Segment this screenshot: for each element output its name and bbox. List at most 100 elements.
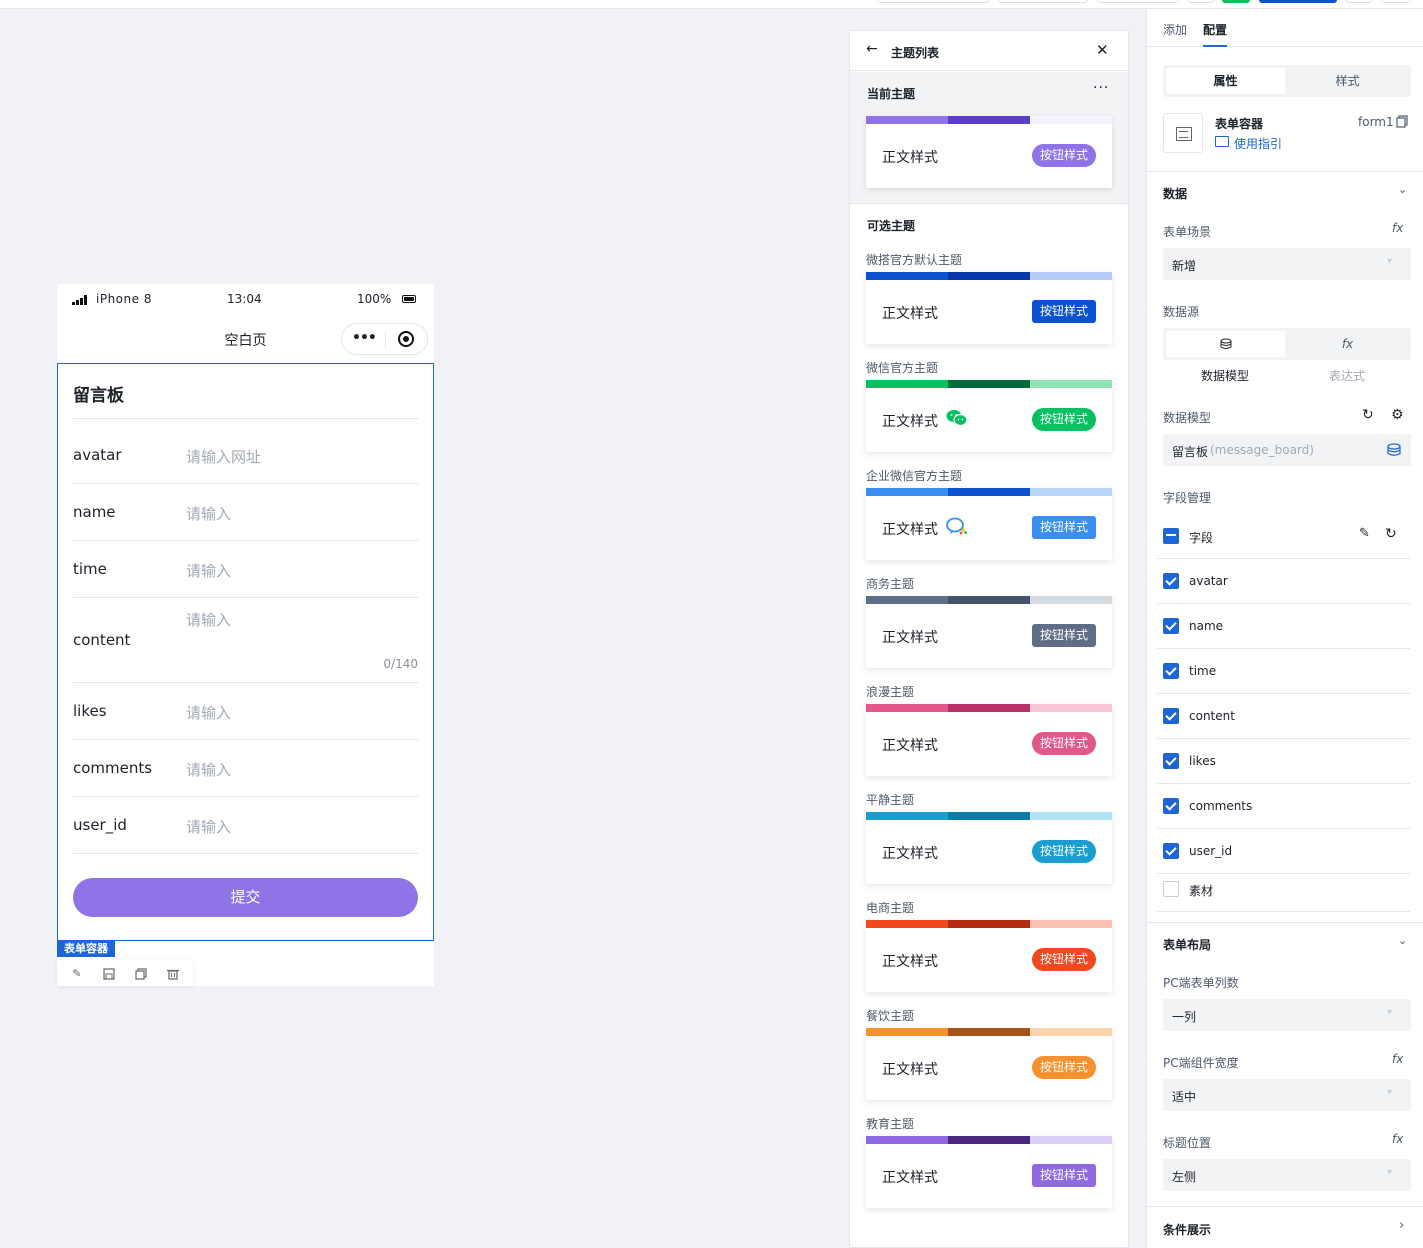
toolbar-button[interactable]: [1097, 0, 1179, 3]
theme-card[interactable]: 正文样式 按钮样式: [866, 272, 1112, 344]
copy-icon[interactable]: [135, 968, 147, 980]
field-checkbox[interactable]: [1163, 663, 1179, 679]
field-input[interactable]: 请输入: [186, 560, 231, 581]
color-swatch: [1030, 812, 1112, 820]
field-name: user_id: [1189, 844, 1233, 858]
more-icon[interactable]: ···: [1093, 80, 1109, 96]
guide-link[interactable]: 使用指引: [1234, 135, 1282, 152]
theme-body-text: 正文样式: [882, 306, 938, 322]
theme-color-strip: [866, 704, 1112, 712]
theme-card[interactable]: 正文样式 按钮样式: [866, 920, 1112, 992]
capsule-menu[interactable]: •••: [341, 323, 428, 355]
save-icon[interactable]: [103, 968, 115, 980]
toolbar-button[interactable]: [877, 0, 989, 3]
toolbar-button[interactable]: [1188, 0, 1214, 3]
publish-preview-button[interactable]: [1222, 0, 1250, 3]
color-swatch: [948, 116, 1030, 124]
submit-button[interactable]: 提交: [73, 878, 418, 917]
field-checkbox[interactable]: [1163, 881, 1179, 897]
mini-program-navbar: 空白页 •••: [57, 320, 434, 360]
select-all-checkbox[interactable]: [1163, 528, 1179, 544]
datasource-switch: fx: [1163, 328, 1411, 360]
edit-icon[interactable]: ✎: [71, 968, 83, 980]
theme-name: 微信官方主题: [866, 361, 939, 375]
back-arrow-icon[interactable]: ←: [866, 41, 878, 57]
color-swatch: [1030, 920, 1112, 928]
title-pos-select[interactable]: 左侧 ▾: [1163, 1159, 1411, 1191]
toolbar-button[interactable]: [1346, 0, 1372, 3]
model-key: (message_board): [1210, 443, 1314, 457]
layout-section-heading[interactable]: 表单布局: [1163, 936, 1211, 953]
field-checkbox[interactable]: [1163, 843, 1179, 859]
refresh-icon[interactable]: ↻: [1362, 407, 1374, 423]
pencil-icon[interactable]: ✎: [1359, 526, 1370, 541]
fx-icon[interactable]: fx: [1288, 331, 1407, 357]
more-dots-icon[interactable]: •••: [352, 330, 377, 346]
field-input[interactable]: 请输入: [186, 759, 231, 780]
field-checkbox[interactable]: [1163, 618, 1179, 634]
model-select[interactable]: 留言板 (message_board): [1163, 434, 1411, 466]
field-header-label: 字段: [1189, 531, 1214, 545]
color-swatch: [866, 704, 948, 712]
toolbar-button[interactable]: [1381, 0, 1411, 3]
settings-icon[interactable]: ⚙: [1391, 407, 1404, 423]
condition-section-heading[interactable]: 条件展示: [1163, 1221, 1211, 1238]
theme-card[interactable]: 正文样式 按钮样式: [866, 488, 1112, 560]
close-target-icon[interactable]: [398, 331, 414, 347]
chevron-right-icon[interactable]: ›: [1399, 1218, 1404, 1233]
form-container[interactable]: 留言板 avatar 请输入网址 name 请输入 time 请输入 conte…: [57, 363, 434, 941]
datasource-model-label: 数据模型: [1201, 369, 1250, 383]
delete-icon[interactable]: [167, 968, 179, 980]
theme-button-sample: 按钮样式: [1032, 1056, 1096, 1079]
fx-icon[interactable]: fx: [1392, 1052, 1403, 1066]
form-row-content[interactable]: content 请输入: [73, 609, 418, 679]
field-input[interactable]: 请输入: [186, 503, 231, 524]
form-scene-select[interactable]: 新增 ▾: [1163, 248, 1411, 280]
tab-config[interactable]: 配置: [1203, 21, 1227, 38]
theme-color-strip: [866, 272, 1112, 280]
color-swatch: [948, 1136, 1030, 1144]
database-icon[interactable]: [1166, 331, 1285, 357]
refresh-icon[interactable]: ↻: [1385, 526, 1397, 542]
field-checkbox[interactable]: [1163, 708, 1179, 724]
copy-id-icon[interactable]: [1396, 115, 1408, 131]
tab-add[interactable]: 添加: [1163, 21, 1187, 38]
theme-card[interactable]: 正文样式 按钮样式: [866, 1028, 1112, 1100]
theme-card[interactable]: 正文样式 按钮样式: [866, 812, 1112, 884]
theme-card[interactable]: 正文样式 按钮样式: [866, 380, 1112, 452]
field-input[interactable]: 请输入: [186, 702, 231, 723]
theme-card[interactable]: 正文样式 按钮样式: [866, 596, 1112, 668]
chevron-down-icon[interactable]: ⌄: [1398, 934, 1407, 947]
theme-body-text: 正文样式: [882, 630, 938, 646]
data-section-heading[interactable]: 数据: [1163, 185, 1187, 202]
segment-properties[interactable]: 属性: [1166, 68, 1285, 94]
toolbar-button[interactable]: [998, 0, 1088, 3]
chevron-down-icon: ▾: [1387, 1007, 1393, 1018]
theme-card[interactable]: 正文样式 按钮样式: [866, 704, 1112, 776]
segment-style[interactable]: 样式: [1288, 68, 1407, 94]
pc-columns-select[interactable]: 一列 ▾: [1163, 999, 1411, 1031]
color-swatch: [948, 596, 1030, 604]
form-scene-label: 表单场景: [1163, 225, 1212, 239]
phone-preview: iPhone 8 13:04 100% 空白页 ••• 留言板 avatar 请…: [57, 284, 434, 986]
field-checkbox[interactable]: [1163, 753, 1179, 769]
publish-button[interactable]: [1259, 0, 1337, 3]
char-counter: 0/140: [383, 657, 418, 671]
chevron-down-icon[interactable]: ⌄: [1398, 183, 1407, 196]
field-name: name: [1189, 619, 1224, 633]
theme-card[interactable]: 正文样式 按钮样式: [866, 1136, 1112, 1208]
theme-color-strip: [866, 596, 1112, 604]
color-swatch: [948, 920, 1030, 928]
fx-icon[interactable]: fx: [1392, 1132, 1403, 1146]
theme-card-current[interactable]: 正文样式 按钮样式: [866, 116, 1112, 188]
field-input[interactable]: 请输入: [186, 816, 231, 837]
field-input[interactable]: 请输入网址: [186, 446, 261, 467]
field-textarea[interactable]: 请输入: [186, 609, 231, 630]
field-checkbox[interactable]: [1163, 573, 1179, 589]
theme-color-strip: [866, 116, 1112, 124]
field-checkbox[interactable]: [1163, 798, 1179, 814]
fx-icon[interactable]: fx: [1392, 221, 1403, 235]
pc-width-select[interactable]: 适中 ▾: [1163, 1079, 1411, 1111]
close-icon[interactable]: ✕: [1096, 41, 1109, 59]
color-swatch: [1030, 116, 1112, 124]
